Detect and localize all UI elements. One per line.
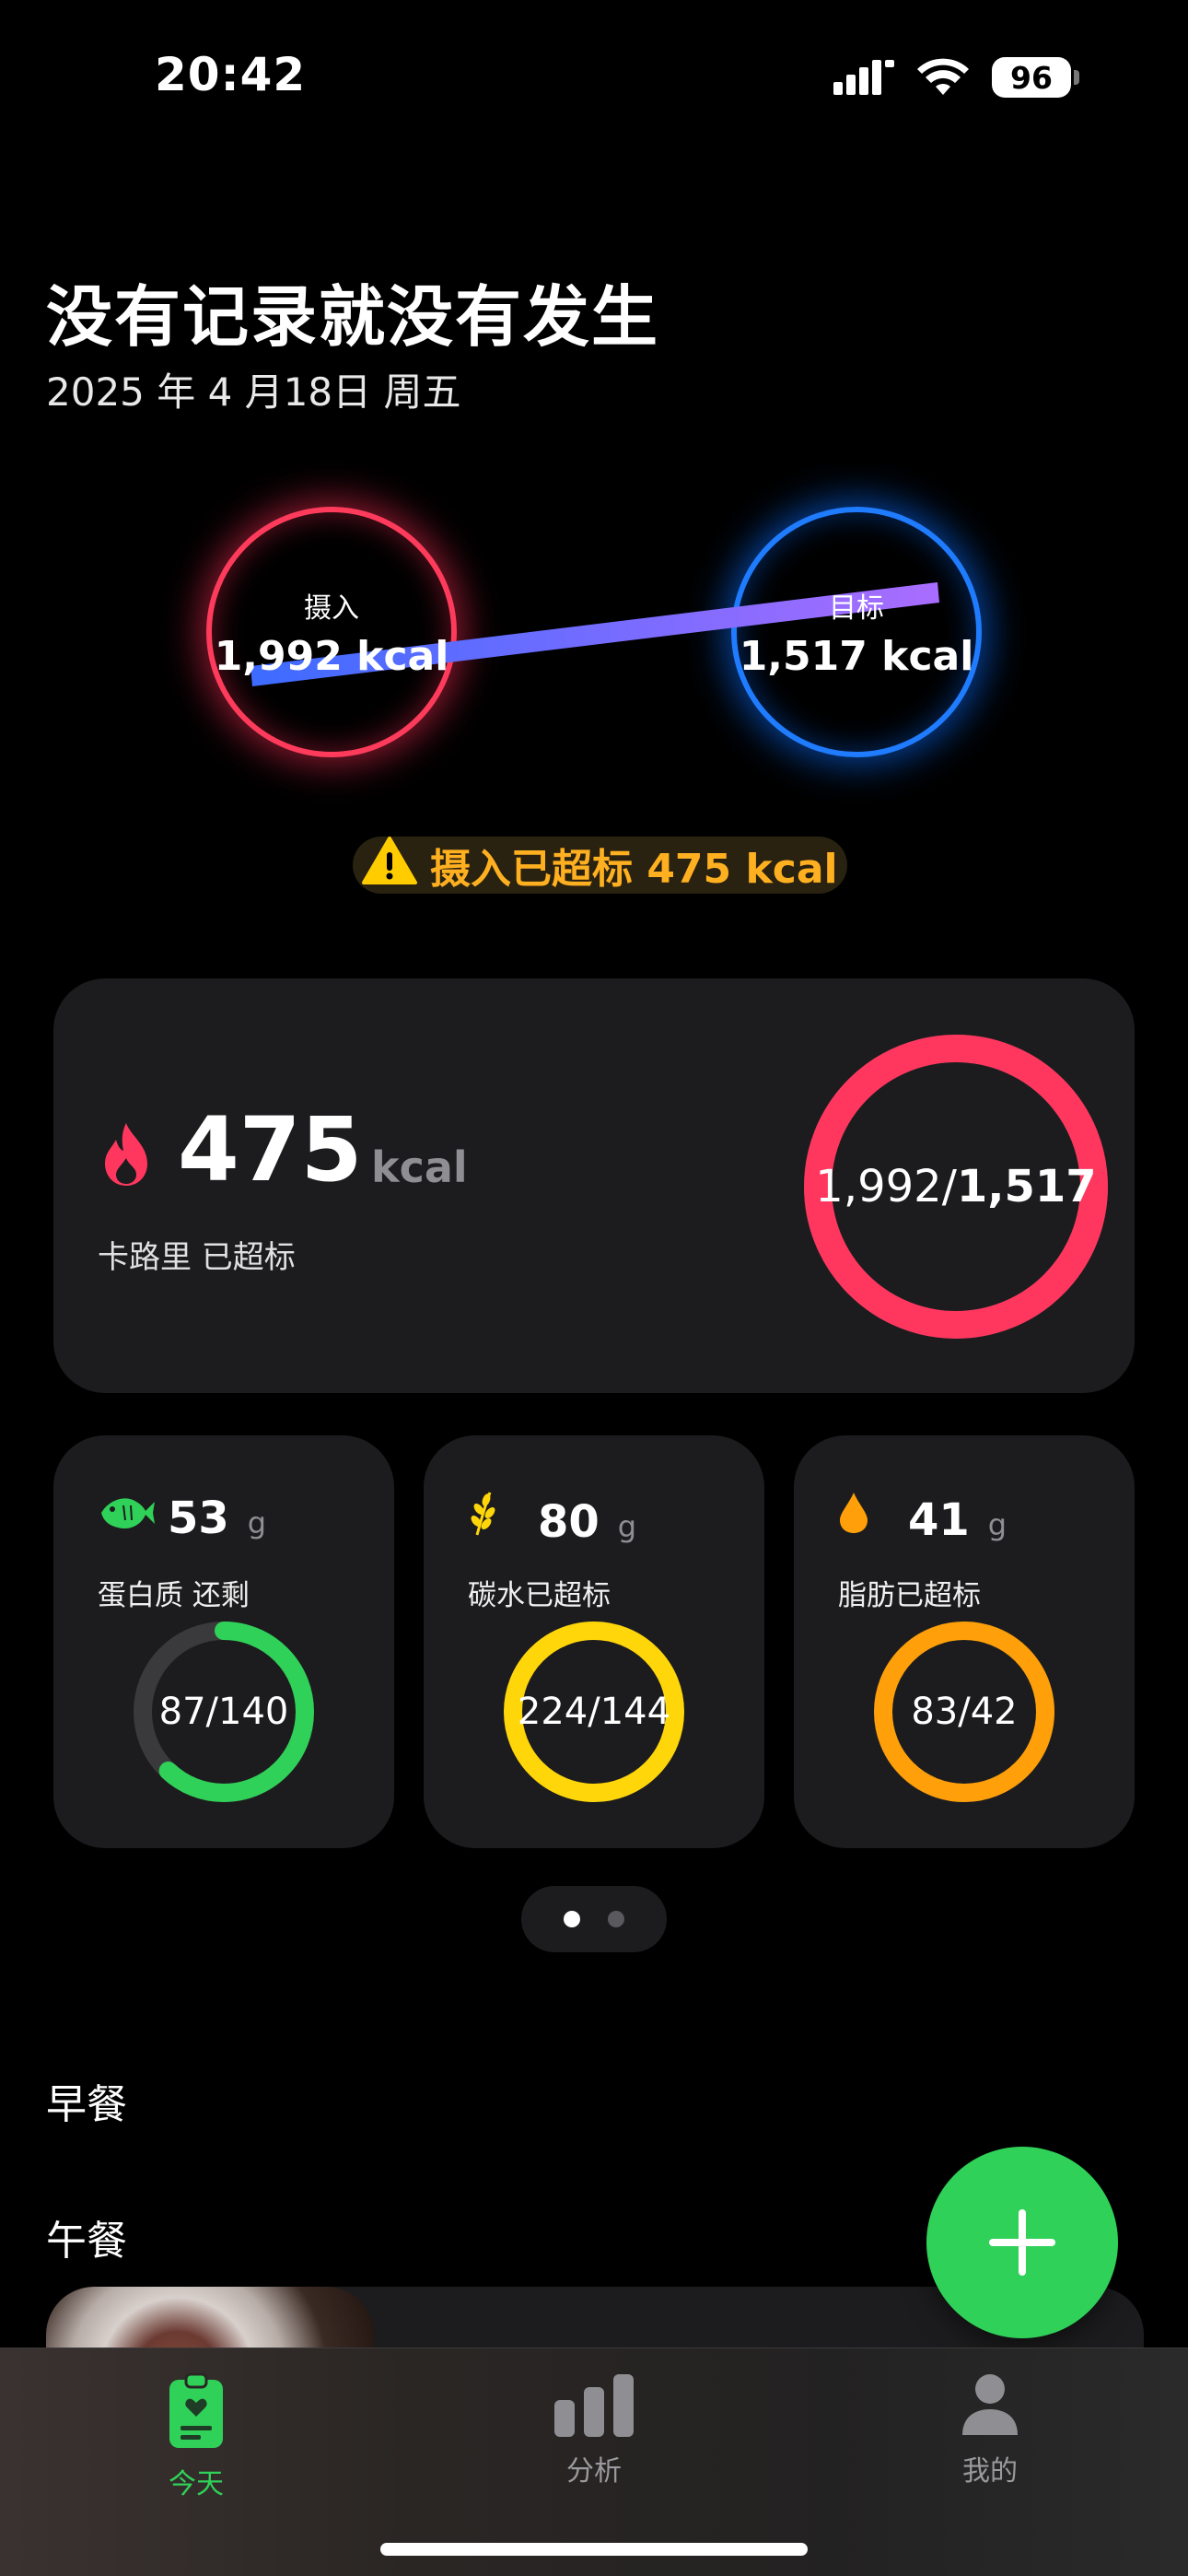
flame-icon — [99, 1121, 153, 1191]
carbs-label: 碳水已超标 — [468, 1579, 611, 1612]
person-icon — [962, 2374, 1018, 2435]
carbs-unit: g — [617, 1509, 637, 1544]
carbs-ratio: 224/144 — [517, 1691, 671, 1733]
fat-unit: g — [987, 1507, 1007, 1542]
fat-label: 脂肪已超标 — [838, 1579, 981, 1612]
tab-today-label: 今天 — [169, 2468, 224, 2500]
calorie-comparison: 摄入 1,992 kcal 目标 1,517 kcal — [0, 479, 1188, 783]
bar-chart-icon — [554, 2374, 634, 2437]
wifi-icon — [917, 58, 969, 95]
protein-unit: g — [247, 1505, 267, 1540]
protein-value: 53 — [168, 1493, 229, 1544]
fat-ratio: 83/42 — [911, 1691, 1018, 1733]
tab-mine-label: 我的 — [962, 2455, 1018, 2488]
add-entry-button[interactable] — [926, 2147, 1118, 2338]
calorie-unit: kcal — [371, 1142, 468, 1192]
tab-analysis-label: 分析 — [566, 2455, 622, 2488]
drop-icon — [838, 1489, 895, 1537]
battery-level: 96 — [992, 57, 1071, 98]
comparison-connector — [250, 582, 939, 686]
meal-breakfast-title[interactable]: 早餐 — [46, 2071, 127, 2130]
calorie-target: 1,517 — [956, 1161, 1097, 1212]
tab-today[interactable]: 今天 — [104, 2372, 288, 2501]
calorie-consumed: 1,992 — [815, 1161, 942, 1212]
battery-indicator: 96 — [992, 57, 1079, 98]
meal-lunch-title[interactable]: 午餐 — [46, 2207, 127, 2266]
warning-text: 摄入已超标 475 kcal — [430, 846, 838, 893]
carbs-card[interactable]: 80 g 碳水已超标 224/144 — [424, 1435, 764, 1848]
battery-cap — [1074, 70, 1079, 85]
home-indicator[interactable] — [380, 2543, 808, 2556]
intake-value: 1,992 kcal — [214, 632, 449, 680]
protein-ratio: 87/140 — [158, 1691, 289, 1733]
warning-icon — [362, 836, 417, 896]
protein-card[interactable]: 53 g 蛋白质 还剩 87/140 — [53, 1435, 394, 1848]
status-icons: 96 — [833, 57, 1079, 98]
clipboard-heart-icon — [169, 2372, 223, 2448]
protein-label: 蛋白质 还剩 — [98, 1579, 250, 1612]
target-label: 目标 — [829, 591, 884, 625]
calorie-separator: / — [941, 1161, 957, 1212]
page-dot-2[interactable] — [608, 1911, 624, 1927]
page-date: 2025 年 4 月18日 周五 — [46, 369, 461, 415]
tab-mine[interactable]: 我的 — [898, 2372, 1082, 2488]
carbs-value: 80 — [538, 1496, 600, 1548]
intake-label: 摄入 — [304, 591, 359, 625]
over-limit-warning: 摄入已超标 475 kcal — [353, 836, 847, 896]
fat-card[interactable]: 41 g 脂肪已超标 83/42 — [794, 1435, 1135, 1848]
wheat-icon — [468, 1489, 525, 1537]
calorie-summary-card[interactable]: 475 kcal 卡路里 已超标 1,992/1,517 — [53, 978, 1135, 1393]
cellular-signal-icon — [833, 60, 894, 95]
target-value: 1,517 kcal — [739, 632, 974, 680]
page-dot-1[interactable] — [564, 1911, 580, 1927]
tab-bar: 今天 分析 我的 — [0, 2348, 1188, 2576]
calorie-status: 卡路里 已超标 — [98, 1239, 296, 1276]
screen: 20:42 96 没有记录就没有发生 2025 年 4 月18日 周五 摄入 1… — [0, 0, 1188, 2576]
fish-icon — [98, 1489, 155, 1537]
calorie-over-value: 475 — [178, 1098, 363, 1201]
fat-value: 41 — [908, 1494, 970, 1546]
page-title: 没有记录就没有发生 — [46, 278, 660, 356]
calorie-ring-text: 1,992/1,517 — [801, 1032, 1111, 1341]
status-time: 20:42 — [155, 48, 307, 101]
plus-icon — [989, 2209, 1055, 2276]
tab-analysis[interactable]: 分析 — [502, 2372, 686, 2488]
page-indicator[interactable] — [521, 1886, 667, 1952]
